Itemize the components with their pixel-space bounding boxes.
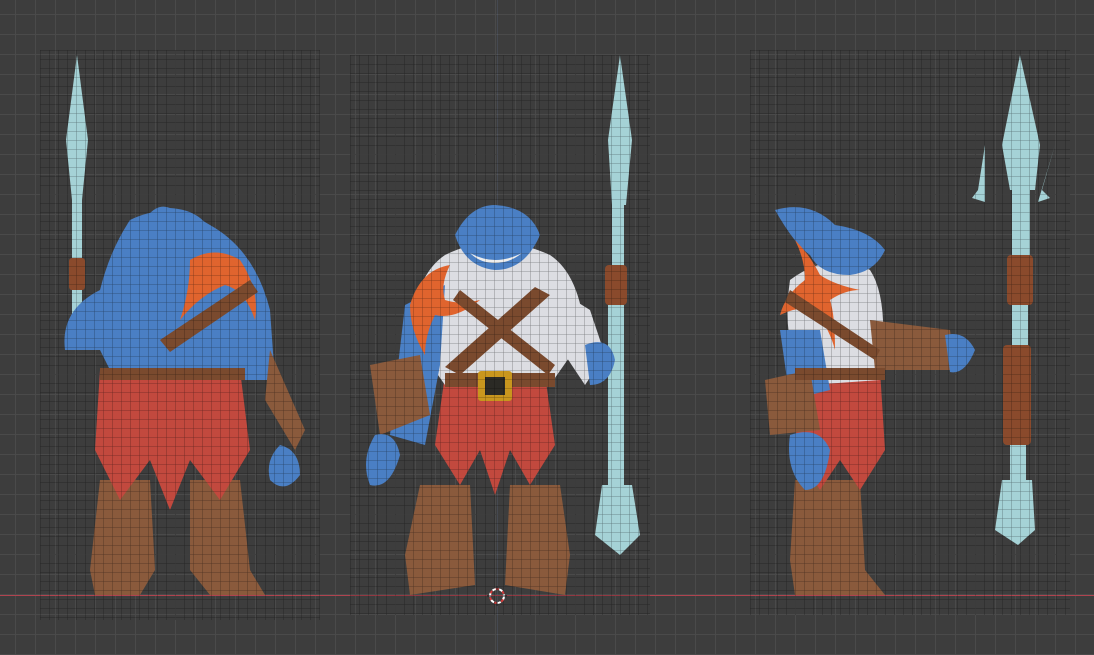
3d-cursor-icon[interactable] (487, 586, 507, 606)
shark-warrior-front-view[interactable] (350, 55, 650, 615)
shark-warrior-side-view[interactable] (750, 50, 1070, 615)
3d-viewport[interactable] (0, 0, 1094, 655)
shark-warrior-back-view[interactable] (40, 50, 320, 620)
